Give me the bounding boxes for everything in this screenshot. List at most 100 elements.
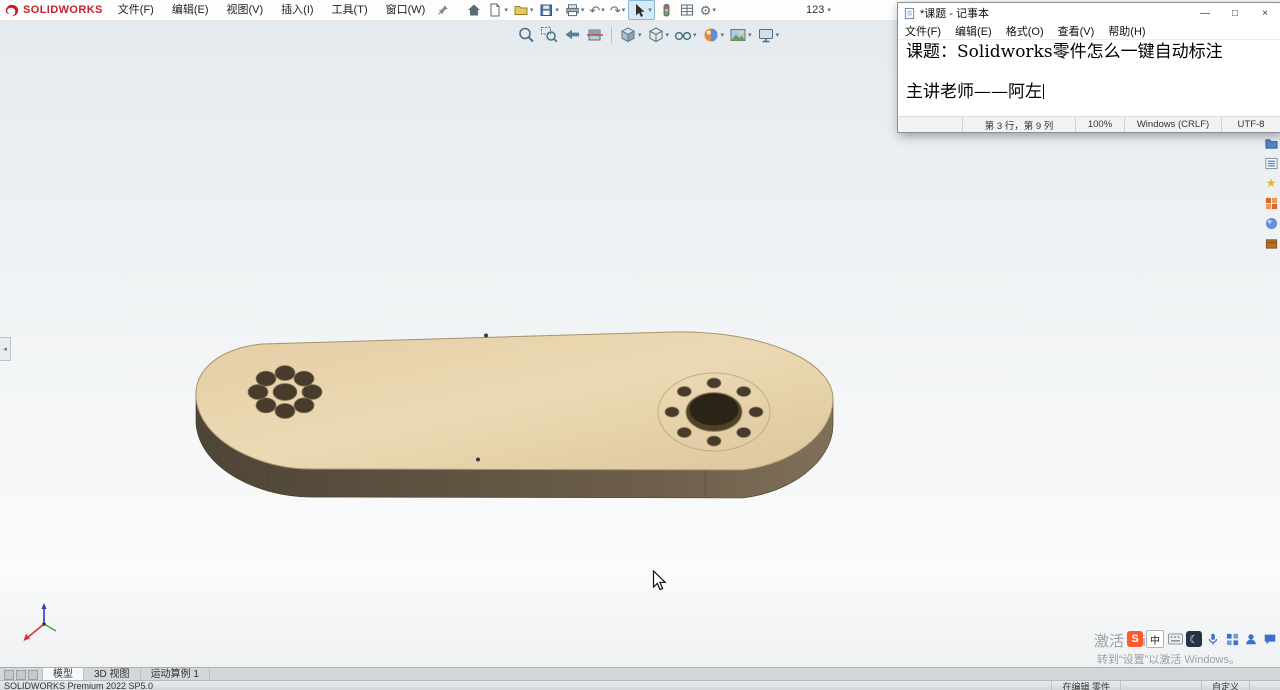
print-icon [566, 4, 579, 17]
zoom-fit-icon [519, 27, 534, 43]
select-tool-button[interactable]: ▾ [628, 0, 655, 20]
dropdown-caret[interactable]: ▾ [581, 7, 585, 14]
new-document-button[interactable]: ▾ [485, 1, 510, 19]
pin-menu-button[interactable] [436, 3, 450, 17]
notepad-text-area[interactable]: 课题：Solidworks零件怎么一键自动标注 主讲老师——阿左 [898, 40, 1280, 116]
dimension-favorite-dropdown[interactable]: 123 ▾ [806, 0, 831, 20]
dropdown-caret[interactable]: ▾ [721, 32, 725, 39]
moon-mode-icon[interactable]: ☾ [1186, 631, 1202, 647]
sogou-input-icon[interactable]: S [1127, 631, 1143, 647]
menu-insert[interactable]: 插入(I) [272, 0, 322, 20]
view-orientation-cube-icon [620, 27, 636, 43]
dropdown-caret[interactable]: ▾ [748, 32, 752, 39]
notepad-menu-format[interactable]: 格式(O) [999, 23, 1051, 39]
menu-edit[interactable]: 编辑(E) [163, 0, 218, 20]
customize-menu-button[interactable]: 自定义 [1200, 681, 1249, 690]
grid-glyph-icon [1226, 633, 1238, 645]
edit-appearance-button[interactable]: ▾ [701, 25, 726, 45]
options-button[interactable]: ⚙ ▾ [698, 1, 718, 19]
save-button[interactable]: ▾ [536, 1, 561, 19]
notepad-menu-view[interactable]: 查看(V) [1051, 23, 1102, 39]
notepad-line-3[interactable]: 主讲老师——阿左 [906, 82, 1272, 102]
dropdown-caret: ▾ [827, 6, 831, 14]
notepad-close-button[interactable]: × [1250, 3, 1280, 23]
dropdown-caret[interactable]: ▾ [622, 7, 626, 14]
part-3d-model[interactable] [180, 320, 840, 520]
chat-tray-icon[interactable] [1262, 631, 1278, 647]
menu-tools[interactable]: 工具(T) [323, 0, 377, 20]
left-hole-pattern[interactable] [247, 365, 323, 419]
hide-show-items-button[interactable]: ▾ [673, 25, 698, 45]
dropdown-caret[interactable]: ▾ [712, 7, 716, 14]
taskpane-design-library-button[interactable] [1264, 156, 1278, 170]
undo-button[interactable]: ↶ ▾ [587, 1, 606, 19]
taskpane-forum-button[interactable] [1264, 236, 1278, 250]
section-view-button[interactable] [585, 25, 605, 45]
user-glyph-icon [1246, 634, 1256, 645]
rebuild-button[interactable] [656, 1, 676, 19]
sketch-point[interactable] [476, 457, 480, 462]
new-document-icon [490, 3, 500, 17]
dropdown-caret[interactable]: ▾ [530, 7, 534, 14]
dropdown-caret[interactable]: ▾ [638, 32, 642, 39]
redo-button[interactable]: ↷ ▾ [608, 1, 627, 19]
user-tray-icon[interactable] [1243, 631, 1259, 647]
sketch-point[interactable] [484, 333, 488, 338]
keyboard-icon[interactable] [1167, 631, 1183, 647]
mic-glyph-icon [1208, 633, 1218, 645]
chinese-input-mode-icon[interactable]: 中 [1146, 630, 1164, 648]
save-icon [540, 4, 553, 16]
notepad-menu-file[interactable]: 文件(F) [898, 23, 948, 39]
notepad-line-col: 第 3 行，第 9 列 [962, 117, 1075, 132]
previous-view-arrow-icon [565, 29, 579, 40]
dropdown-caret[interactable]: ▾ [776, 32, 780, 39]
dropdown-caret[interactable]: ▾ [666, 32, 670, 39]
previous-view-button[interactable] [562, 25, 582, 45]
apply-scene-button[interactable]: ▾ [728, 25, 753, 45]
right-hole-pattern[interactable] [657, 372, 771, 452]
mic-tray-icon[interactable] [1205, 631, 1221, 647]
undo-icon: ↶ [589, 2, 601, 18]
notepad-line-2[interactable] [906, 62, 1272, 82]
file-properties-button[interactable] [677, 1, 697, 19]
notepad-window[interactable]: *课题 - 记事本 — □ × 文件(F) 编辑(E) 格式(O) 查看(V) … [897, 2, 1280, 133]
taskpane-resources-button[interactable] [1264, 136, 1278, 150]
tab-scroll-icon [28, 669, 38, 680]
notepad-line-1[interactable]: 课题：Solidworks零件怎么一键自动标注 [906, 42, 1272, 62]
notepad-menu-help[interactable]: 帮助(H) [1101, 23, 1152, 39]
dropdown-caret[interactable]: ▾ [693, 32, 697, 39]
collapse-arrow-icon: ◂ [3, 346, 7, 353]
menu-window[interactable]: 窗口(W) [377, 0, 435, 20]
print-button[interactable]: ▾ [562, 1, 587, 19]
monitor-icon [758, 29, 773, 43]
notepad-status-fill [898, 117, 962, 132]
toolbar-separator [611, 27, 612, 43]
tab-scroll-icon [16, 669, 26, 680]
notepad-minimize-button[interactable]: — [1190, 3, 1220, 23]
grid-tray-icon[interactable] [1224, 631, 1240, 647]
glasses-icon [674, 31, 692, 41]
dropdown-caret[interactable]: ▾ [504, 7, 508, 14]
display-style-button[interactable]: ▾ [646, 25, 671, 45]
taskpane-scenes-button[interactable] [1264, 216, 1278, 230]
menu-file[interactable]: 文件(F) [109, 0, 163, 20]
open-button[interactable]: ▾ [511, 1, 536, 19]
menu-view[interactable]: 视图(V) [218, 0, 273, 20]
dropdown-caret[interactable]: ▾ [601, 7, 605, 14]
home-button[interactable] [464, 1, 484, 19]
notepad-maximize-button[interactable]: □ [1220, 3, 1250, 23]
view-settings-button[interactable]: ▾ [756, 25, 781, 45]
zoom-area-button[interactable] [539, 25, 559, 45]
notepad-encoding: UTF-8 [1221, 117, 1280, 132]
view-orientation-button[interactable]: ▾ [618, 25, 643, 45]
notepad-titlebar[interactable]: *课题 - 记事本 — □ × [898, 3, 1280, 23]
tab-scroll-icon [4, 669, 14, 680]
status-bar-right: 在编辑 零件 自定义 [1051, 681, 1280, 690]
notepad-menu-edit[interactable]: 编辑(E) [948, 23, 999, 39]
taskpane-view-palette-button[interactable]: ★ [1264, 176, 1278, 190]
dropdown-caret[interactable]: ▾ [555, 7, 559, 14]
taskpane-appearances-button[interactable] [1264, 196, 1278, 210]
feature-tree-collapse-tab[interactable]: ◂ [0, 337, 11, 361]
dropdown-caret[interactable]: ▾ [648, 7, 652, 14]
zoom-fit-button[interactable] [516, 25, 536, 45]
